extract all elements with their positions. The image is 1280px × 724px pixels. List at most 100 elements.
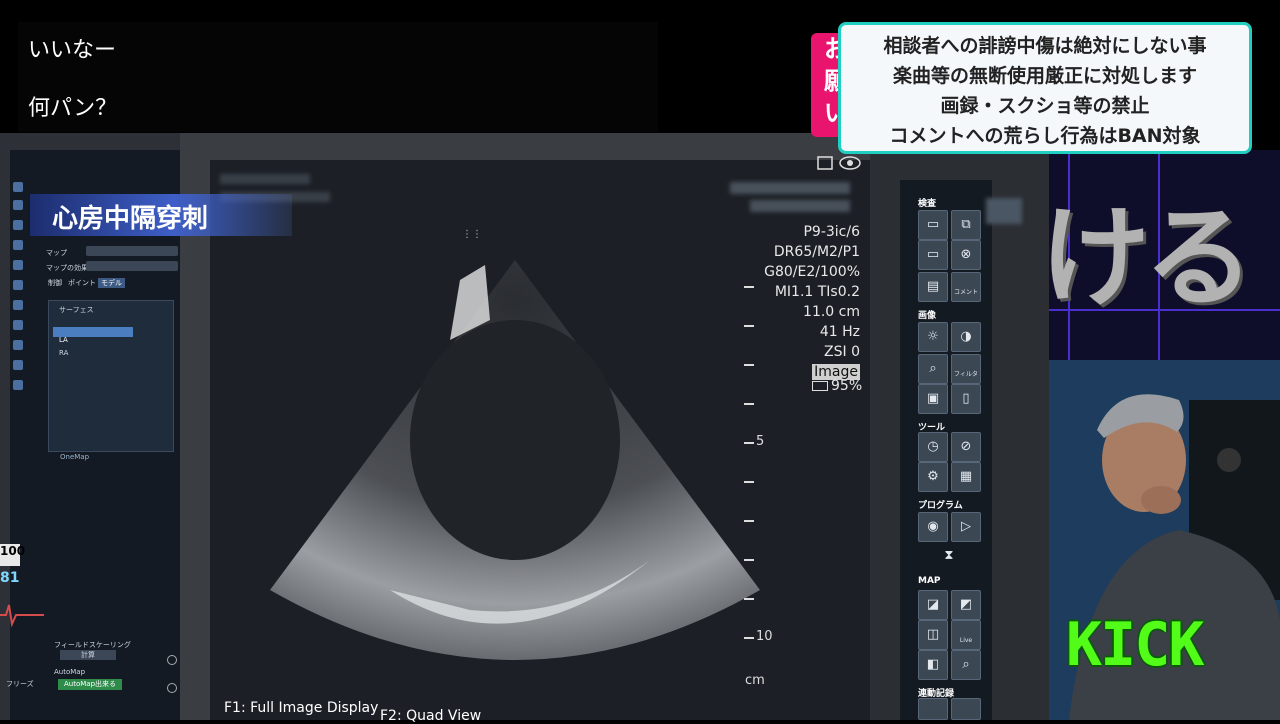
brightness-icon[interactable]: ☼	[918, 322, 948, 352]
folder-icon[interactable]: ▭	[918, 210, 948, 240]
map-icon[interactable]: ◪	[918, 590, 948, 620]
probe-param: P9-3ic/6	[803, 224, 860, 240]
map-select[interactable]	[86, 246, 178, 256]
patient-info-blur	[220, 174, 310, 184]
list-item[interactable]: LA	[53, 327, 133, 344]
automap-label: AutoMap	[54, 668, 86, 676]
depth-tick	[744, 520, 754, 522]
depth-tick	[744, 442, 754, 444]
depth-tick	[744, 364, 754, 366]
section-program: プログラム	[918, 501, 963, 511]
toolbar-icon	[13, 260, 23, 270]
toolbar-icon	[13, 380, 23, 390]
contrast-icon[interactable]: ◑	[951, 322, 981, 352]
depth-tick	[744, 481, 754, 483]
freeze-eye-icon[interactable]	[816, 154, 862, 172]
notice-line: 楽曲等の無断使用厳正に対処します	[892, 65, 1197, 87]
close-icon[interactable]: ⊗	[951, 240, 981, 270]
toolbar-icon	[13, 240, 23, 250]
battery-readout: 95%	[812, 378, 862, 394]
comment-button[interactable]: コメント	[951, 272, 981, 302]
chat-message: 何パン？	[28, 96, 118, 121]
depth-label: 10	[756, 629, 773, 644]
battery-icon	[812, 381, 828, 391]
chat-overlay: いいなー 何パン？	[18, 22, 658, 132]
layout-icon[interactable]: ◧	[918, 650, 948, 680]
clipboard-icon[interactable]: ▤	[918, 272, 948, 302]
map-edit-icon[interactable]: ◩	[951, 590, 981, 620]
copy-icon[interactable]: ⧉	[951, 210, 981, 240]
list-item-label: LA	[59, 336, 68, 344]
map-select-icon[interactable]: ◫	[918, 620, 948, 650]
section-exam: 検査	[918, 199, 937, 209]
filter-button[interactable]: フィルタ	[951, 354, 981, 384]
field-scaling-label: フィールドスケーリング	[54, 641, 131, 649]
zsi-param: ZSI 0	[824, 344, 860, 360]
toolbar-icon	[13, 300, 23, 310]
procedure-label: 心房中隔穿刺	[30, 194, 292, 236]
tab-model[interactable]: モデル	[98, 278, 125, 288]
record-button[interactable]	[951, 698, 981, 720]
record-button[interactable]	[918, 698, 948, 720]
automap-button[interactable]: AutoMap出来る	[58, 679, 122, 690]
frame-rate-param: 41 Hz	[819, 324, 860, 340]
depth-tick	[744, 598, 754, 600]
depth-param: 11.0 cm	[803, 304, 860, 320]
notice-box: 相談者への誹謗中傷は絶対にしない事 楽曲等の無断使用厳正に対処します 画録・スク…	[838, 22, 1252, 154]
tab-point[interactable]: ポイント	[68, 278, 96, 288]
gear-icon[interactable]: ⚙	[918, 462, 948, 492]
chat-message: いいなー	[28, 38, 117, 63]
field-scaling-value[interactable]: 計算	[60, 650, 116, 660]
toolbar-icon	[13, 200, 23, 210]
battery-percent: 95%	[831, 378, 863, 394]
mute-icon[interactable]: ⊘	[951, 432, 981, 462]
notice-line: 画録・スクショ等の禁止	[940, 95, 1150, 117]
gear-icon[interactable]	[167, 655, 177, 665]
procedure-label-text: 心房中隔穿刺	[52, 204, 209, 234]
search-icon[interactable]: ⌕	[951, 650, 981, 680]
record-icon[interactable]: ▷	[951, 512, 981, 542]
date-info-blur	[730, 182, 850, 194]
depth-label: 5	[756, 434, 765, 449]
depth-tick	[744, 403, 754, 405]
frame-icon[interactable]: ▣	[918, 384, 948, 414]
tab-control[interactable]: 制御	[48, 278, 62, 288]
depth-tick	[744, 559, 754, 561]
value-readout-small: 81	[0, 570, 20, 586]
info-blur	[986, 198, 1022, 224]
depth-tick	[744, 637, 754, 639]
dynamic-range-param: DR65/M2/P1	[773, 244, 860, 260]
live-button[interactable]: Live	[951, 620, 981, 650]
gain-param: G80/E2/100%	[764, 264, 860, 280]
section-image: 画像	[918, 311, 937, 321]
toolbar-icon	[13, 360, 23, 370]
f2-shortcut[interactable]: F2: Quad View	[380, 708, 481, 724]
toolbar-icon	[13, 220, 23, 230]
onemap-label: OneMap	[60, 453, 90, 461]
folder-icon[interactable]: ▭	[918, 240, 948, 270]
freeze-label[interactable]: フリーズ	[6, 679, 34, 689]
f1-shortcut[interactable]: F1: Full Image Display	[224, 700, 378, 716]
zoom-icon[interactable]: ⌕	[918, 354, 948, 384]
notice-line: コメントへの荒らし行為はBAN対象	[889, 125, 1201, 147]
depth-tick	[744, 286, 754, 288]
grid-icon: ⋮⋮	[462, 229, 482, 240]
section-map: MAP	[918, 576, 941, 586]
toolbar-icon	[13, 320, 23, 330]
map-effect-select[interactable]	[86, 261, 178, 271]
toolbar-icon	[13, 340, 23, 350]
ultrasound-image	[270, 260, 760, 660]
depth-tick	[744, 325, 754, 327]
notice-line: 相談者への誹謗中傷は絶対にしない事	[883, 35, 1207, 57]
display-icon[interactable]: ▯	[951, 384, 981, 414]
grid-icon[interactable]: ▦	[951, 462, 981, 492]
date-info-blur	[750, 200, 850, 212]
list-item[interactable]: RA	[59, 349, 68, 357]
toolbar-icon	[13, 182, 23, 192]
timer-icon[interactable]: ◷	[918, 432, 948, 462]
depth-unit: cm	[745, 673, 765, 688]
hourglass-icon[interactable]: ⧗	[934, 542, 964, 572]
surface-list: サーフェス LA RA	[48, 300, 174, 452]
eye-icon[interactable]: ◉	[918, 512, 948, 542]
gear-icon[interactable]	[167, 683, 177, 693]
